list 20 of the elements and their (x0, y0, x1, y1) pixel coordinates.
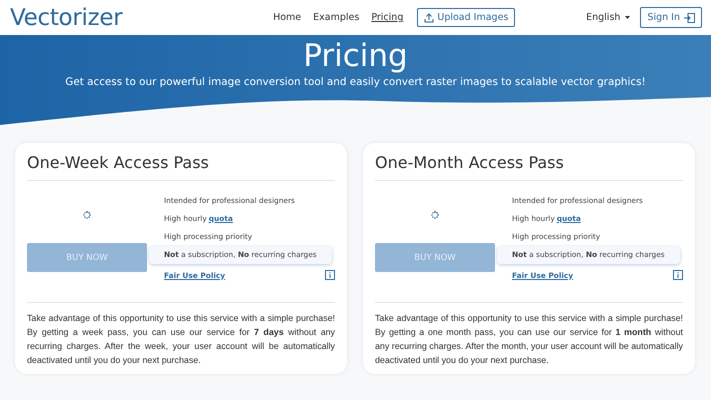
info-icon[interactable] (673, 270, 683, 280)
sign-in-icon (684, 12, 695, 22)
upload-icon (424, 12, 434, 22)
nav-link[interactable]: Pricing (371, 12, 404, 23)
plan-title: One-Month Access Pass (375, 153, 683, 181)
nav-link[interactable]: Home (273, 12, 302, 23)
sign-in-button[interactable]: Sign In (640, 7, 702, 28)
page-title: Pricing (303, 38, 408, 74)
caret-icon (625, 16, 630, 19)
plan-description: Take advantage of this opportunity to use this service with a simple purchase! By getting a week pass, you can use our service for 7 days without any recurring charges. After the week, your user account will be automatically deactivated until you do your next purchase. (27, 312, 335, 367)
logo[interactable]: Vectorizer (10, 4, 122, 30)
loading-spinner-icon (431, 211, 439, 219)
plan-description: Take advantage of this opportunity to use this service with a simple purchase! By getting a one month pass, you can use our service for 1 month without any recurring charges. After the month, your user account will be automatically deactivated until you do your next purchase. (375, 312, 683, 367)
language-selector[interactable]: English (586, 12, 630, 23)
plan-title: One-Week Access Pass (27, 153, 335, 181)
loading-spinner-icon (83, 211, 91, 219)
nav-link[interactable]: Examples (313, 12, 360, 23)
upload-images-button[interactable]: Upload Images (417, 8, 516, 27)
page-subtitle: Get access to our powerful image conversion tool and easily convert raster images to scalable vector graphics! (65, 76, 646, 88)
info-icon[interactable] (325, 270, 335, 280)
